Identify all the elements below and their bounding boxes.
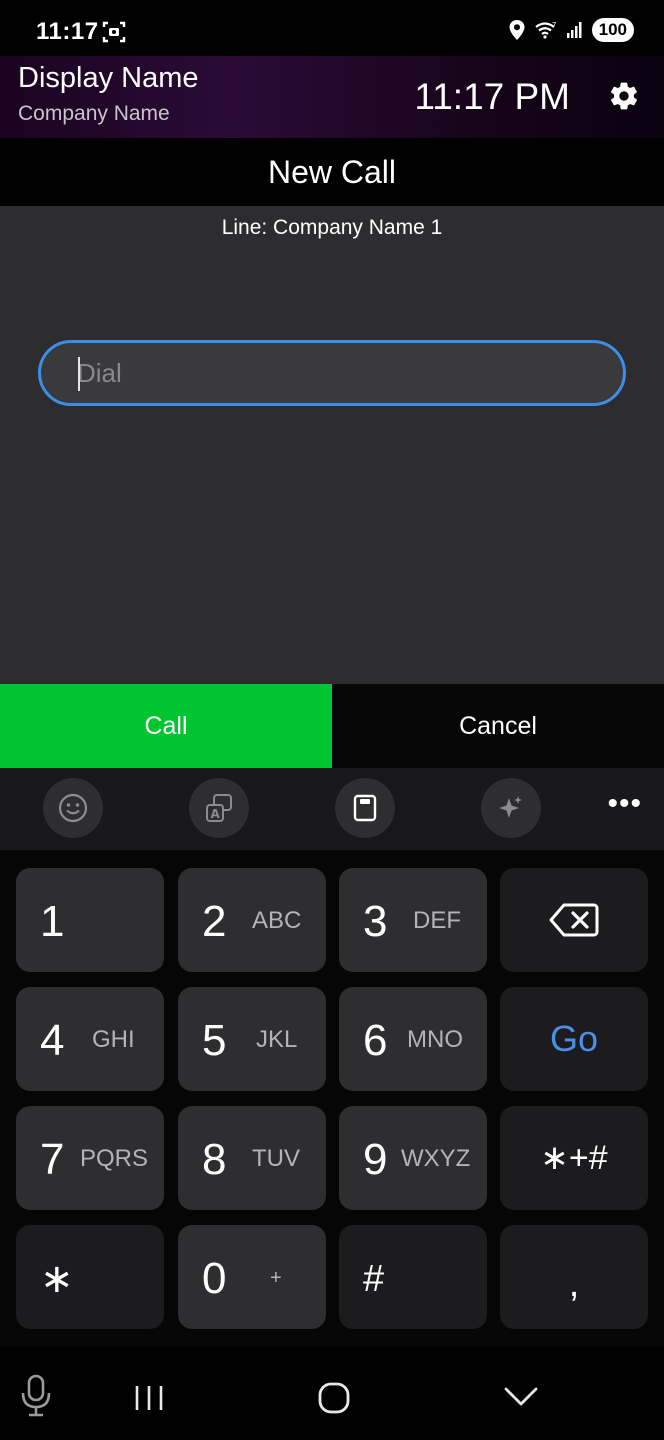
ai-sparkle-icon: [499, 796, 522, 818]
recent-apps-icon[interactable]: [134, 1384, 164, 1412]
svg-text:A: A: [211, 807, 221, 821]
home-icon[interactable]: [318, 1382, 350, 1414]
key-digit: 9: [363, 1135, 388, 1184]
key-4[interactable]: 4 GHI: [16, 987, 164, 1091]
gear-icon[interactable]: [608, 80, 640, 112]
header-clock: 11:17 PM: [414, 76, 570, 117]
key-0[interactable]: 0 +: [178, 1225, 326, 1329]
hide-keyboard-icon[interactable]: [504, 1386, 538, 1408]
key-letters: JKL: [256, 1026, 298, 1053]
battery-icon: 100: [591, 18, 634, 42]
backspace-key[interactable]: [500, 868, 648, 972]
key-digit: 2: [202, 897, 227, 946]
action-buttons: Call Cancel: [0, 684, 664, 768]
display-name: Display Name: [18, 62, 199, 94]
microphone-icon[interactable]: [20, 1374, 52, 1418]
key-digit: 1: [40, 897, 65, 946]
title-bar: New Call: [0, 138, 664, 206]
key-hash[interactable]: #: [339, 1225, 487, 1329]
key-digit: 7: [40, 1135, 65, 1184]
key-2[interactable]: 2 ABC: [178, 868, 326, 972]
key-digit: 3: [363, 897, 388, 946]
key-letters: GHI: [92, 1026, 135, 1053]
symbols-key[interactable]: ∗+#: [500, 1106, 648, 1210]
emoji-button[interactable]: [43, 778, 103, 838]
line-label: Line: Company Name 1: [221, 216, 443, 239]
new-call-panel: Line: Company Name 1: [0, 206, 664, 684]
clipboard-icon: [353, 794, 377, 822]
comma-key[interactable]: ,: [500, 1225, 648, 1329]
page-title: New Call: [267, 154, 397, 190]
screenshot-scan-icon: [102, 21, 126, 43]
dial-input[interactable]: [77, 343, 597, 403]
numeric-keypad: 1 2 ABC 3 DEF 4 GHI 5 JKL 6 MNO Go 7 PQR…: [0, 850, 664, 1346]
comma-label: ,: [568, 1262, 580, 1305]
translate-button[interactable]: A: [189, 778, 249, 838]
key-star[interactable]: ∗: [16, 1225, 164, 1329]
key-letters: PQRS: [80, 1145, 149, 1172]
svg-text:7: 7: [552, 21, 556, 29]
key-9[interactable]: 9 WXYZ: [339, 1106, 487, 1210]
ai-tools-button[interactable]: [481, 778, 541, 838]
key-digit: 5: [202, 1016, 227, 1065]
key-3[interactable]: 3 DEF: [339, 868, 487, 972]
clipboard-button[interactable]: [335, 778, 395, 838]
company-name: Company Name: [18, 102, 170, 125]
call-button[interactable]: Call: [0, 684, 332, 768]
key-6[interactable]: 6 MNO: [339, 987, 487, 1091]
more-options-button[interactable]: •••: [607, 789, 642, 819]
key-8[interactable]: 8 TUV: [178, 1106, 326, 1210]
keyboard-toolbar: A •••: [0, 768, 664, 850]
key-digit: 6: [363, 1016, 388, 1065]
key-letters: WXYZ: [401, 1145, 471, 1172]
app-header: Display Name Company Name 11:17 PM: [0, 56, 664, 138]
key-digit: 0: [202, 1254, 227, 1303]
cancel-button[interactable]: Cancel: [332, 684, 664, 768]
backspace-icon: [549, 903, 599, 937]
go-key[interactable]: Go: [500, 987, 648, 1091]
key-letters: TUV: [252, 1145, 300, 1172]
status-bar: 11:17 7 100: [0, 0, 664, 56]
key-digit: #: [363, 1258, 385, 1300]
key-letters: DEF: [413, 907, 461, 934]
key-digit: 8: [202, 1135, 227, 1184]
key-digit: ∗: [40, 1257, 74, 1301]
navigation-bar: [0, 1346, 664, 1440]
emoji-icon: [58, 793, 88, 823]
go-label: Go: [549, 1018, 599, 1059]
key-7[interactable]: 7 PQRS: [16, 1106, 164, 1210]
key-letters: ABC: [252, 907, 302, 934]
key-digit: 4: [40, 1016, 65, 1065]
symbols-label: ∗+#: [540, 1139, 608, 1177]
dial-field[interactable]: [38, 340, 626, 406]
text-cursor: [78, 357, 80, 391]
key-letters: +: [270, 1267, 282, 1289]
signal-icon: [566, 22, 582, 38]
key-1[interactable]: 1: [16, 868, 164, 972]
key-5[interactable]: 5 JKL: [178, 987, 326, 1091]
status-time: 11:17: [36, 18, 99, 45]
translate-icon: A: [206, 794, 232, 822]
key-letters: MNO: [407, 1026, 463, 1053]
wifi-icon: 7: [534, 21, 556, 39]
location-icon: [509, 20, 525, 40]
